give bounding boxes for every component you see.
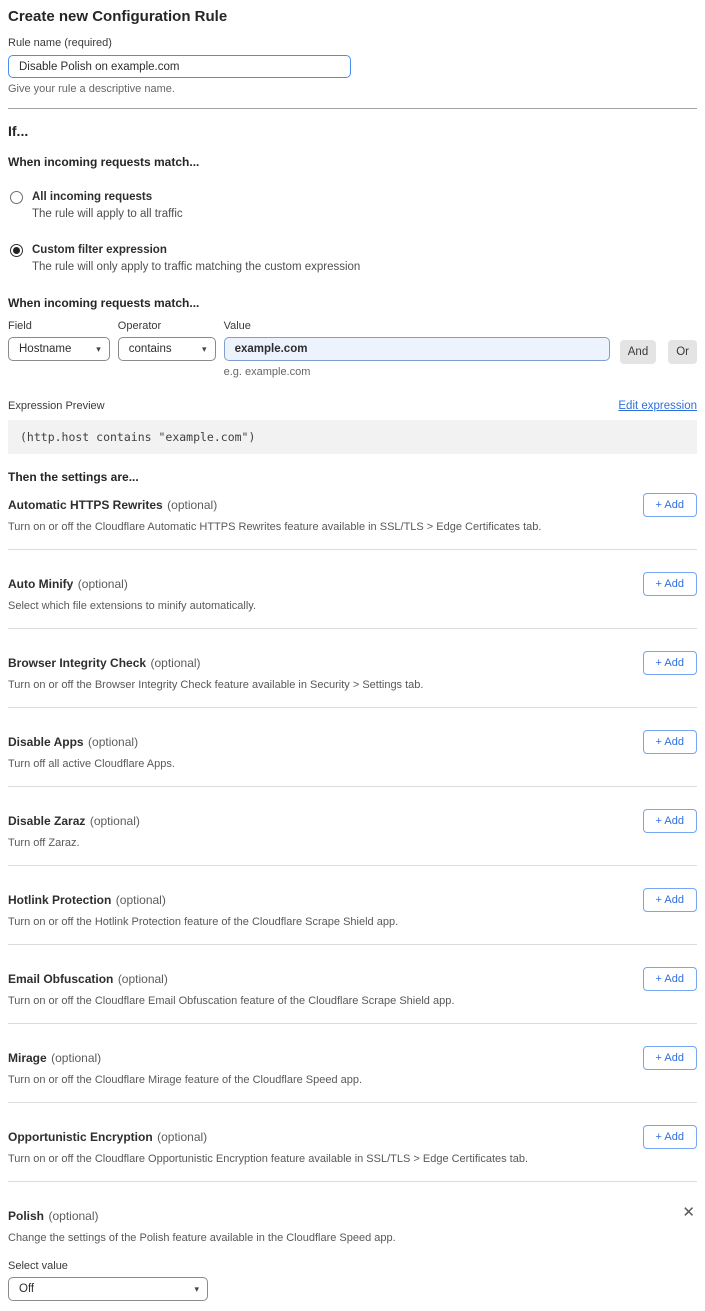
setting-optional-tag: (optional) xyxy=(116,893,166,907)
add-setting-button[interactable]: + Add xyxy=(643,1046,697,1070)
setting-optional-tag: (optional) xyxy=(88,735,138,749)
setting-description: Turn on or off the Cloudflare Mirage fea… xyxy=(8,1074,362,1087)
setting-name: Auto Minify xyxy=(8,577,73,591)
setting-description: Turn on or off the Cloudflare Opportunis… xyxy=(8,1153,528,1166)
setting-optional-tag: (optional) xyxy=(48,1209,98,1223)
expression-preview-header: Expression Preview Edit expression xyxy=(8,400,697,412)
if-section-heading: If... xyxy=(8,123,697,139)
setting-row-email-obfuscation: Email Obfuscation (optional) Turn on or … xyxy=(8,945,697,1024)
add-setting-button[interactable]: + Add xyxy=(643,888,697,912)
radio-label: Custom filter expression xyxy=(32,243,360,257)
setting-row-automatic-https-rewrites: Automatic HTTPS Rewrites (optional) Turn… xyxy=(8,484,697,550)
setting-optional-tag: (optional) xyxy=(151,656,201,670)
setting-optional-tag: (optional) xyxy=(78,577,128,591)
setting-description: Turn off all active Cloudflare Apps. xyxy=(8,758,175,771)
radio-button-icon[interactable] xyxy=(10,244,23,257)
radio-label: All incoming requests xyxy=(32,190,183,204)
radio-description: The rule will only apply to traffic matc… xyxy=(32,260,360,274)
incoming-match-heading: When incoming requests match... xyxy=(8,155,697,169)
setting-name: Browser Integrity Check xyxy=(8,656,146,670)
setting-name: Mirage xyxy=(8,1051,47,1065)
rule-name-helper: Give your rule a descriptive name. xyxy=(8,83,697,95)
setting-optional-tag: (optional) xyxy=(167,498,217,512)
chevron-down-icon: ▾ xyxy=(96,345,101,354)
setting-name: Email Obfuscation xyxy=(8,972,113,986)
setting-description: Turn on or off the Cloudflare Email Obfu… xyxy=(8,995,454,1008)
close-icon[interactable]: ✕ xyxy=(680,1206,697,1219)
value-label: Value xyxy=(224,320,610,332)
setting-name: Disable Zaraz xyxy=(8,814,85,828)
chevron-down-icon: ▾ xyxy=(194,1285,199,1294)
field-select-value: Hostname xyxy=(19,343,71,355)
operator-label: Operator xyxy=(118,320,216,332)
setting-name: Polish xyxy=(8,1209,44,1223)
setting-row-browser-integrity-check: Browser Integrity Check (optional) Turn … xyxy=(8,629,697,708)
field-label: Field xyxy=(8,320,110,332)
add-setting-button[interactable]: + Add xyxy=(643,809,697,833)
radio-all-incoming-requests[interactable]: All incoming requests The rule will appl… xyxy=(8,190,697,221)
setting-row-disable-zaraz: Disable Zaraz (optional) Turn off Zaraz.… xyxy=(8,787,697,866)
chevron-down-icon: ▾ xyxy=(202,345,207,354)
or-button[interactable]: Or xyxy=(668,340,697,364)
setting-name: Disable Apps xyxy=(8,735,84,749)
add-setting-button[interactable]: + Add xyxy=(643,967,697,991)
add-setting-button[interactable]: + Add xyxy=(643,730,697,754)
expression-builder-row: Field Hostname ▾ Operator contains ▾ Val… xyxy=(8,320,697,378)
add-setting-button[interactable]: + Add xyxy=(643,493,697,517)
setting-row-disable-apps: Disable Apps (optional) Turn off all act… xyxy=(8,708,697,787)
add-setting-button[interactable]: + Add xyxy=(643,1125,697,1149)
expression-preview-code: (http.host contains "example.com") xyxy=(8,420,697,454)
radio-button-icon[interactable] xyxy=(10,191,23,204)
rule-name-label: Rule name (required) xyxy=(8,37,697,49)
add-setting-button[interactable]: + Add xyxy=(643,651,697,675)
setting-description: Change the settings of the Polish featur… xyxy=(8,1232,396,1245)
field-select[interactable]: Hostname ▾ xyxy=(8,337,110,361)
value-input[interactable] xyxy=(224,337,610,361)
expression-preview-label: Expression Preview xyxy=(8,400,105,412)
radio-custom-filter-expression[interactable]: Custom filter expression The rule will o… xyxy=(8,243,697,274)
and-button[interactable]: And xyxy=(620,340,656,364)
setting-row-polish: Polish (optional) Change the settings of… xyxy=(8,1182,697,1311)
expression-builder-heading: When incoming requests match... xyxy=(8,296,697,310)
then-settings-heading: Then the settings are... xyxy=(8,470,697,484)
setting-optional-tag: (optional) xyxy=(118,972,168,986)
page-title: Create new Configuration Rule xyxy=(8,8,697,25)
setting-name: Opportunistic Encryption xyxy=(8,1130,153,1144)
setting-row-opportunistic-encryption: Opportunistic Encryption (optional) Turn… xyxy=(8,1103,697,1182)
rule-name-input[interactable] xyxy=(8,55,351,78)
setting-row-mirage: Mirage (optional) Turn on or off the Clo… xyxy=(8,1024,697,1103)
setting-row-auto-minify: Auto Minify (optional) Select which file… xyxy=(8,550,697,629)
add-setting-button[interactable]: + Add xyxy=(643,572,697,596)
request-match-radio-group: All incoming requests The rule will appl… xyxy=(8,190,697,274)
setting-description: Turn off Zaraz. xyxy=(8,837,140,850)
section-divider xyxy=(8,108,697,109)
operator-select[interactable]: contains ▾ xyxy=(118,337,216,361)
setting-optional-tag: (optional) xyxy=(157,1130,207,1144)
setting-name: Automatic HTTPS Rewrites xyxy=(8,498,163,512)
settings-list: Automatic HTTPS Rewrites (optional) Turn… xyxy=(8,484,697,1311)
polish-select-value: Off xyxy=(19,1283,34,1295)
setting-name: Hotlink Protection xyxy=(8,893,111,907)
polish-select-label: Select value xyxy=(8,1260,697,1272)
setting-optional-tag: (optional) xyxy=(90,814,140,828)
setting-description: Turn on or off the Browser Integrity Che… xyxy=(8,679,423,692)
edit-expression-link[interactable]: Edit expression xyxy=(618,400,697,412)
setting-row-hotlink-protection: Hotlink Protection (optional) Turn on or… xyxy=(8,866,697,945)
radio-description: The rule will apply to all traffic xyxy=(32,207,183,221)
setting-description: Turn on or off the Cloudflare Automatic … xyxy=(8,521,541,534)
operator-select-value: contains xyxy=(129,343,172,355)
value-helper: e.g. example.com xyxy=(224,366,610,378)
setting-description: Select which file extensions to minify a… xyxy=(8,600,256,613)
setting-optional-tag: (optional) xyxy=(51,1051,101,1065)
polish-value-select[interactable]: Off ▾ xyxy=(8,1277,208,1301)
setting-description: Turn on or off the Hotlink Protection fe… xyxy=(8,916,398,929)
